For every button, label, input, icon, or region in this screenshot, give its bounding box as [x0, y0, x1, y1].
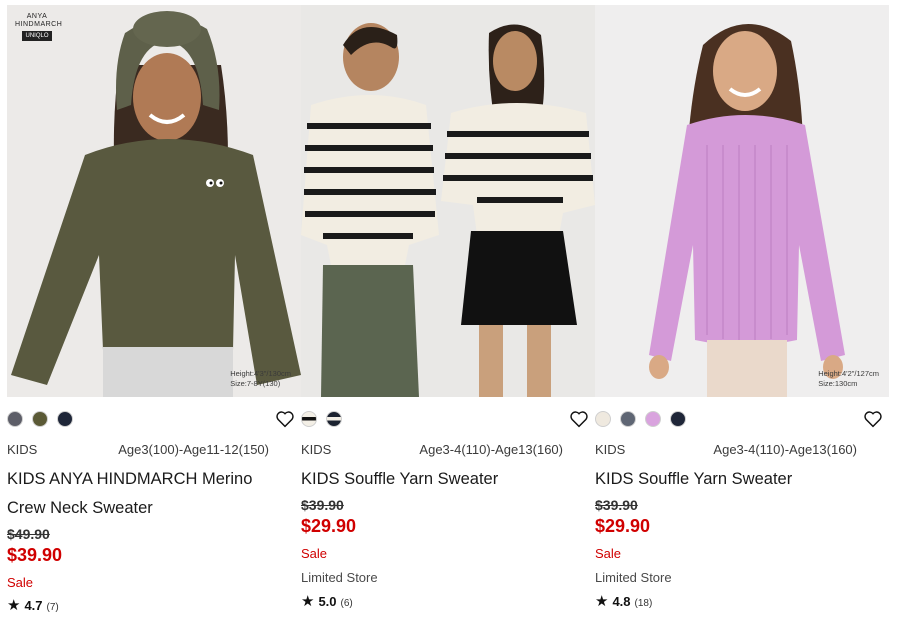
color-swatch[interactable]: [595, 411, 611, 427]
review-count: (18): [634, 598, 653, 609]
heart-icon[interactable]: [863, 410, 883, 428]
product-image[interactable]: [301, 5, 595, 397]
heart-icon[interactable]: [275, 410, 295, 428]
product-meta: KIDS Age3-4(110)-Age13(160): [595, 442, 857, 457]
brand-logo-line2: HINDMARCH: [15, 21, 63, 28]
color-swatches: [301, 411, 342, 427]
star-icon: ★: [301, 593, 315, 610]
color-swatch[interactable]: [620, 411, 636, 427]
product-category: KIDS: [595, 442, 626, 457]
product-name[interactable]: KIDS Souffle Yarn Sweater: [595, 465, 865, 494]
sale-label: Sale: [7, 575, 34, 590]
brand-logo: ANYA HINDMARCH UNIQLO: [15, 13, 63, 41]
star-icon: ★: [7, 597, 21, 614]
sale-price: $29.90: [301, 516, 357, 536]
product-sizes: Age3(100)-Age11-12(150): [118, 442, 269, 457]
color-swatch[interactable]: [32, 411, 48, 427]
model-caption: Height:4'3"/130cm Size:7-8Y(130): [230, 369, 291, 389]
rating-value: 5.0: [318, 594, 337, 609]
star-icon: ★: [595, 593, 609, 610]
product-sizes: Age3-4(110)-Age13(160): [713, 442, 857, 457]
product-image[interactable]: ANYA HINDMARCH UNIQLO Height:4'3"/130cm …: [7, 5, 301, 397]
color-swatches: [7, 411, 73, 427]
model-caption: Height:4'2"/127cm Size:130cm: [818, 369, 879, 389]
rating-value: 4.7: [24, 598, 43, 613]
product-category: KIDS: [7, 442, 38, 457]
product-photo-art: [7, 5, 301, 397]
product-meta: KIDS Age3(100)-Age11-12(150): [7, 442, 269, 457]
product-card[interactable]: Height:4'2"/127cm Size:130cm KIDS Age3-4…: [595, 0, 889, 634]
product-card[interactable]: KIDS Age3-4(110)-Age13(160) KIDS Souffle…: [301, 0, 595, 634]
rating-value: 4.8: [612, 594, 631, 609]
sale-label: Sale: [301, 546, 328, 561]
model-height: Height:4'2"/127cm: [818, 369, 879, 378]
sale-label: Sale: [595, 546, 622, 561]
color-swatches: [595, 411, 686, 427]
uniqlo-badge: UNIQLO: [22, 31, 52, 41]
product-sizes: Age3-4(110)-Age13(160): [419, 442, 563, 457]
color-swatch[interactable]: [7, 411, 23, 427]
product-rating: ★ 4.8 (18): [595, 592, 652, 610]
product-rating: ★ 4.7 (7): [7, 596, 59, 614]
color-swatch[interactable]: [670, 411, 686, 427]
brand-logo-line1: ANYA: [26, 13, 48, 20]
product-photo-art: [301, 5, 595, 397]
model-height: Height:4'3"/130cm: [230, 369, 291, 378]
product-category: KIDS: [301, 442, 332, 457]
product-meta: KIDS Age3-4(110)-Age13(160): [301, 442, 563, 457]
sale-price: $39.90: [7, 545, 63, 565]
product-photo-art: [595, 5, 889, 397]
store-label: Limited Store: [595, 570, 672, 585]
product-rating: ★ 5.0 (6): [301, 592, 353, 610]
original-price: $39.90: [301, 497, 344, 513]
review-count: (7): [46, 602, 59, 613]
model-size: Size:7-8Y(130): [230, 379, 281, 388]
original-price: $49.90: [7, 526, 50, 542]
color-swatch[interactable]: [57, 411, 73, 427]
product-name[interactable]: KIDS Souffle Yarn Sweater: [301, 465, 571, 494]
color-swatch[interactable]: [326, 411, 342, 427]
sale-price: $29.90: [595, 516, 651, 536]
model-size: Size:130cm: [818, 379, 858, 388]
review-count: (6): [340, 598, 353, 609]
heart-icon[interactable]: [569, 410, 589, 428]
original-price: $39.90: [595, 497, 638, 513]
color-swatch[interactable]: [645, 411, 661, 427]
product-card[interactable]: ANYA HINDMARCH UNIQLO Height:4'3"/130cm …: [7, 0, 301, 634]
product-grid: ANYA HINDMARCH UNIQLO Height:4'3"/130cm …: [0, 0, 897, 634]
color-swatch[interactable]: [301, 411, 317, 427]
product-image[interactable]: Height:4'2"/127cm Size:130cm: [595, 5, 889, 397]
product-name[interactable]: KIDS ANYA HINDMARCH Merino Crew Neck Swe…: [7, 465, 277, 523]
store-label: Limited Store: [301, 570, 378, 585]
